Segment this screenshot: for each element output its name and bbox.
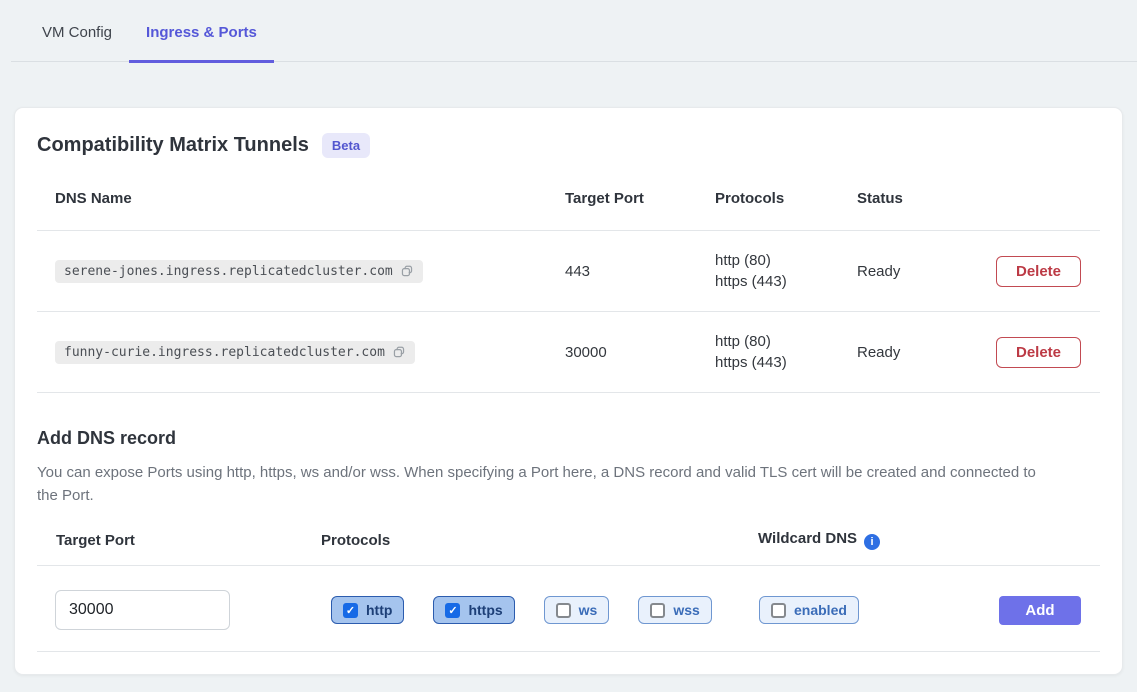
add-cell: Add: [999, 596, 1104, 625]
wildcard-enabled-checkbox[interactable]: enabled: [759, 596, 859, 624]
table-header-row: DNS Name Target Port Protocols Status: [37, 180, 1100, 231]
protocol-label: ws: [579, 602, 598, 618]
target-port-value: 443: [547, 263, 697, 280]
card-header: Compatibility Matrix Tunnels Beta: [37, 133, 1100, 158]
delete-button[interactable]: Delete: [996, 256, 1081, 287]
protocol-label: http: [366, 602, 392, 618]
dns-name: funny-curie.ingress.replicatedcluster.co…: [64, 345, 385, 360]
protocol-checkbox-https[interactable]: ✓ https: [433, 596, 514, 624]
delete-button[interactable]: Delete: [996, 337, 1081, 368]
label-protocols: Protocols: [302, 532, 739, 549]
tab-vm-config[interactable]: VM Config: [25, 24, 129, 63]
col-header-status: Status: [839, 190, 978, 207]
tab-ingress-ports[interactable]: Ingress & Ports: [129, 24, 274, 63]
copy-icon[interactable]: [400, 264, 414, 278]
target-port-cell: [37, 590, 302, 630]
target-port-input[interactable]: [55, 590, 230, 630]
table-row: serene-jones.ingress.replicatedcluster.c…: [37, 231, 1100, 312]
dns-name: serene-jones.ingress.replicatedcluster.c…: [64, 264, 393, 279]
tab-bar: VM Config Ingress & Ports: [11, 0, 1137, 62]
table-row: funny-curie.ingress.replicatedcluster.co…: [37, 312, 1100, 393]
dns-name-pill: serene-jones.ingress.replicatedcluster.c…: [55, 260, 423, 283]
protocols-list: http (80)https (443): [697, 250, 839, 292]
table-body: serene-jones.ingress.replicatedcluster.c…: [37, 231, 1100, 393]
status-value: Ready: [839, 344, 978, 361]
protocol-options: ✓ http ✓ https ws wss: [331, 596, 739, 624]
beta-badge: Beta: [322, 133, 370, 158]
protocol-line: https (443): [715, 352, 839, 373]
status-value: Ready: [839, 263, 978, 280]
protocol-label: wss: [673, 602, 699, 618]
add-dns-description: You can expose Ports using http, https, …: [37, 461, 1049, 507]
wildcard-dns-cell: enabled: [739, 596, 999, 624]
label-wildcard-dns: Wildcard DNSi: [739, 530, 1100, 550]
wildcard-enabled-label: enabled: [794, 602, 847, 618]
checkbox-icon: ✓: [343, 603, 358, 618]
protocol-checkbox-ws[interactable]: ws: [544, 596, 610, 624]
protocol-checkbox-wss[interactable]: wss: [638, 596, 711, 624]
page-title: Compatibility Matrix Tunnels: [37, 134, 309, 157]
add-form-row: ✓ http ✓ https ws wss enabled Add: [37, 566, 1100, 652]
protocol-label: https: [468, 602, 502, 618]
copy-icon[interactable]: [392, 345, 406, 359]
label-target-port: Target Port: [37, 532, 302, 549]
add-form-labels: Target Port Protocols Wildcard DNSi: [37, 507, 1100, 566]
protocol-line: http (80): [715, 250, 839, 271]
checkbox-icon: ✓: [445, 603, 460, 618]
info-icon[interactable]: i: [864, 534, 880, 550]
protocol-line: http (80): [715, 331, 839, 352]
col-header-target-port: Target Port: [547, 190, 697, 207]
col-header-dns-name: DNS Name: [37, 190, 547, 207]
checkbox-icon: [650, 603, 665, 618]
checkbox-icon: [771, 603, 786, 618]
target-port-value: 30000: [547, 344, 697, 361]
checkbox-icon: [556, 603, 571, 618]
tunnels-table: DNS Name Target Port Protocols Status se…: [37, 180, 1100, 393]
col-header-protocols: Protocols: [697, 190, 839, 207]
dns-name-pill: funny-curie.ingress.replicatedcluster.co…: [55, 341, 415, 364]
add-dns-title: Add DNS record: [37, 428, 1100, 449]
protocol-line: https (443): [715, 271, 839, 292]
tunnels-card: Compatibility Matrix Tunnels Beta DNS Na…: [14, 107, 1123, 675]
protocol-checkbox-http[interactable]: ✓ http: [331, 596, 404, 624]
add-button[interactable]: Add: [999, 596, 1081, 625]
protocols-list: http (80)https (443): [697, 331, 839, 373]
